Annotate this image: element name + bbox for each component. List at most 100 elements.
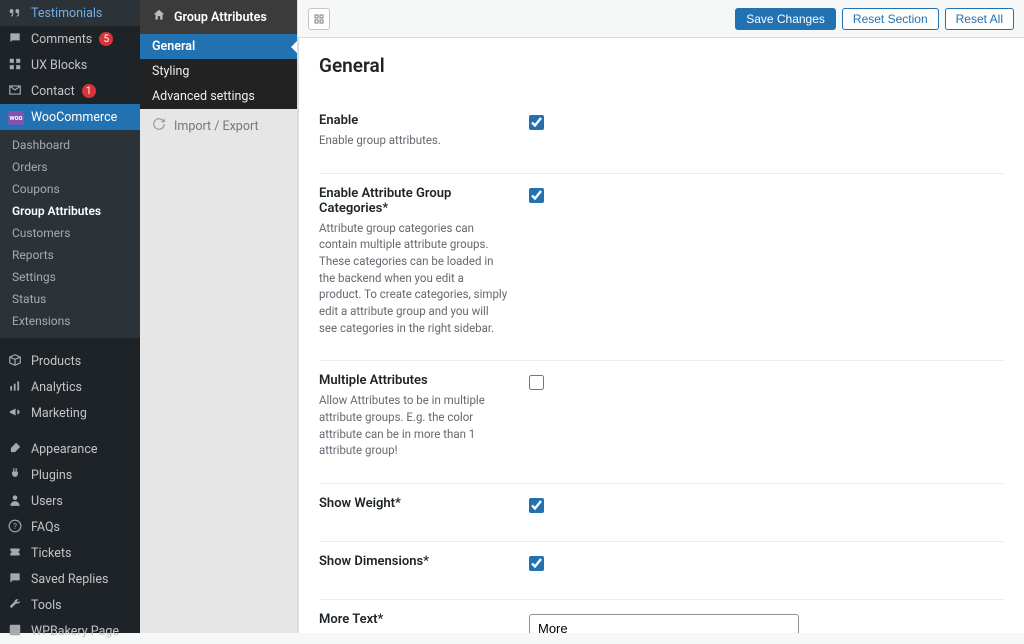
sidebar-item-label: Analytics (31, 380, 82, 395)
checkbox-enable-attribute-group-categories-[interactable] (529, 188, 544, 203)
settings-nav-title: Group Attributes (140, 0, 297, 34)
reset-section-button[interactable]: Reset Section (842, 8, 939, 30)
sidebar-item-products[interactable]: Products (0, 348, 140, 374)
sidebar-item-tickets[interactable]: Tickets (0, 540, 140, 566)
sidebar-item-tools[interactable]: Tools (0, 592, 140, 618)
main-content: Save Changes Reset Section Reset All Gen… (298, 0, 1024, 633)
field-row: More Text*Text for more attribute group. (319, 600, 1004, 633)
sidebar-item-faqs[interactable]: ? FAQs (0, 514, 140, 540)
woo-submenu: DashboardOrdersCouponsGroup AttributesCu… (0, 130, 140, 338)
svg-text:?: ? (13, 521, 17, 531)
field-row: Multiple Attributes Allow Attributes to b… (319, 361, 1004, 484)
field-control (529, 612, 1004, 633)
sidebar-item-label: Contact (31, 84, 75, 99)
sidebar-item-label: Testimonials (31, 6, 102, 21)
settings-nav-heading: Group Attributes (174, 10, 267, 25)
sidebar-item-label: Products (31, 354, 81, 369)
top-action-bar: Save Changes Reset Section Reset All (298, 0, 1024, 38)
sidebar-item-label: Marketing (31, 406, 87, 421)
import-export-label: Import / Export (174, 119, 259, 134)
checkbox-enable[interactable] (529, 115, 544, 130)
sidebar-item-label: Tickets (31, 546, 71, 561)
field-title: Enable Attribute Group Categories* (319, 186, 509, 216)
badge: 1 (82, 84, 96, 98)
field-row: Show Dimensions* (319, 542, 1004, 600)
sidebar-item-label: UX Blocks (31, 58, 87, 73)
badge: 5 (99, 32, 113, 46)
field-control (529, 186, 1004, 207)
sidebar-item-label: Users (31, 494, 63, 509)
field-title: Enable (319, 113, 509, 128)
sidebar-item-analytics[interactable]: Analytics (0, 374, 140, 400)
settings-side-nav: Group Attributes GeneralStylingAdvanced … (140, 0, 298, 633)
sidebar-item-plugins[interactable]: Plugins (0, 462, 140, 488)
sidebar-item-ux-blocks[interactable]: UX Blocks (0, 52, 140, 78)
sidebar-item-saved-replies[interactable]: Saved Replies (0, 566, 140, 592)
reply-icon (8, 571, 24, 587)
sidebar-item-comments[interactable]: Comments 5 (0, 26, 140, 52)
field-row: Show Weight* (319, 484, 1004, 542)
field-description: Attribute group categories can contain m… (319, 220, 509, 337)
refresh-icon (152, 117, 166, 135)
checkbox-multiple-attributes[interactable] (529, 375, 544, 390)
ticket-icon (8, 545, 24, 561)
submenu-item-group-attributes[interactable]: Group Attributes (0, 200, 140, 222)
mail-icon (8, 83, 24, 99)
sidebar-item-contact[interactable]: Contact 1 (0, 78, 140, 104)
sidebar-item-label: Saved Replies (31, 572, 108, 587)
tab-general[interactable]: General (140, 34, 297, 59)
sidebar-item-wpbakery-page[interactable]: WPBakery Page (0, 618, 140, 644)
bakery-icon (8, 623, 24, 639)
submenu-item-customers[interactable]: Customers (0, 222, 140, 244)
settings-form: General EnableEnable group attributes.En… (298, 38, 1024, 633)
sidebar-item-woocommerce[interactable]: woo WooCommerce (0, 104, 140, 130)
field-row: Enable Enable group attributes. (319, 101, 1004, 174)
submenu-item-extensions[interactable]: Extensions (0, 310, 140, 332)
section-heading: General (319, 54, 1004, 77)
bars-icon (8, 379, 24, 395)
field-description: Allow Attributes to be in multiple attri… (319, 392, 509, 459)
view-toggle-icon[interactable] (308, 8, 330, 30)
faq-icon: ? (8, 519, 24, 535)
checkbox-show-weight-[interactable] (529, 498, 544, 513)
home-icon (152, 8, 166, 26)
sidebar-item-label: WPBakery Page (31, 624, 119, 639)
submenu-item-settings[interactable]: Settings (0, 266, 140, 288)
save-changes-button[interactable]: Save Changes (735, 8, 836, 30)
text-input-more-text-[interactable] (529, 614, 799, 633)
submenu-item-status[interactable]: Status (0, 288, 140, 310)
woo-icon: woo (8, 109, 24, 125)
tab-styling[interactable]: Styling (140, 59, 297, 84)
sidebar-item-label: Plugins (31, 468, 72, 483)
field-description: Enable group attributes. (319, 132, 509, 149)
tab-advanced-settings[interactable]: Advanced settings (140, 84, 297, 109)
submenu-item-dashboard[interactable]: Dashboard (0, 134, 140, 156)
sidebar-item-label: WooCommerce (31, 110, 117, 125)
field-label: Enable Enable group attributes. (319, 113, 509, 149)
field-row: Enable Attribute Group Categories* Attrib… (319, 174, 1004, 362)
sidebar-item-appearance[interactable]: Appearance (0, 436, 140, 462)
field-control (529, 554, 1004, 575)
reset-all-button[interactable]: Reset All (945, 8, 1014, 30)
checkbox-show-dimensions-[interactable] (529, 556, 544, 571)
sidebar-item-label: Comments (31, 32, 92, 47)
field-label: Show Weight* (319, 496, 509, 515)
submenu-item-reports[interactable]: Reports (0, 244, 140, 266)
quote-icon (8, 5, 24, 21)
grid-icon (8, 57, 24, 73)
sidebar-item-marketing[interactable]: Marketing (0, 400, 140, 426)
submenu-item-orders[interactable]: Orders (0, 156, 140, 178)
wrench-icon (8, 597, 24, 613)
submenu-item-coupons[interactable]: Coupons (0, 178, 140, 200)
field-title: Show Dimensions* (319, 554, 509, 569)
field-control (529, 373, 1004, 394)
sidebar-item-testimonials[interactable]: Testimonials (0, 0, 140, 26)
sidebar-item-label: FAQs (31, 520, 60, 535)
field-title: Show Weight* (319, 496, 509, 511)
import-export[interactable]: Import / Export (140, 109, 297, 143)
field-label: Multiple Attributes Allow Attributes to b… (319, 373, 509, 459)
field-control (529, 113, 1004, 134)
brush-icon (8, 441, 24, 457)
sidebar-item-users[interactable]: Users (0, 488, 140, 514)
field-title: Multiple Attributes (319, 373, 509, 388)
